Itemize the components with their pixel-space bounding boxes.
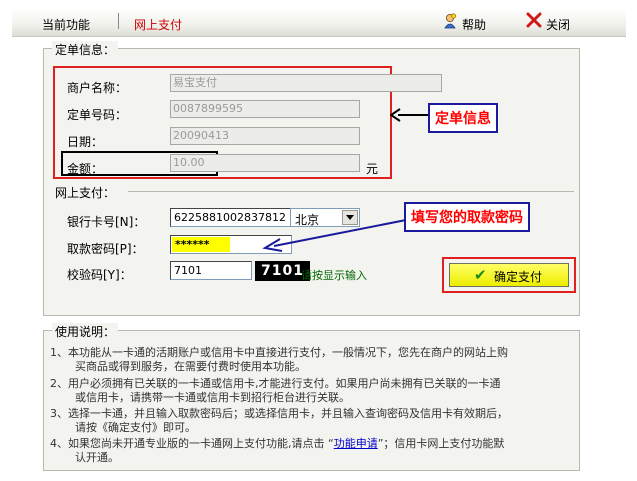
amount-label: 金额： [67,162,104,176]
pin-value: ****** [172,237,230,252]
order-info-callout: 定单信息 [428,103,498,133]
note-text: 1、本功能从一卡通的活期账户或信用卡中直接进行支付，一般情况下，您先在商户的网站… [50,346,508,359]
section-divider [128,191,574,192]
confirm-highlight: ✔ 确定支付 [442,257,576,293]
note-text: 3、选择一卡通，并且输入取款密码后；或选择信用卡，并且输入查询密码及信用卡有效期… [50,407,508,420]
usage-notes-title: 使用说明： [52,323,119,340]
note-text: ”；信用卡网上支付功能默 [377,437,505,450]
arrow-left-icon [390,108,428,122]
note-item-2: 2、用户必须拥有已关联的一卡通或信用卡,才能进行支付。如果用户尚未拥有已关联的一… [50,377,501,405]
note-text: 买商品或得到服务，在需要付费时使用本功能。 [75,360,306,373]
note-item-4: 4、如果您尚未开通专业版的一卡通网上支付功能,请点击 “功能申请”；信用卡网上支… [50,437,504,465]
date-field: 20090413 [170,127,360,145]
checkmark-icon: ✔ [474,266,487,284]
tab-divider [118,13,119,29]
tab-online-payment[interactable]: 网上支付 [134,16,182,33]
merchant-field: 易宝支付 [170,74,442,92]
note-text: 请按《确定支付》即可。 [75,421,196,434]
pin-label: 取款密码[P]： [67,242,144,256]
note-item-1: 1、本功能从一卡通的活期账户或信用卡中直接进行支付，一般情况下，您先在商户的网站… [50,346,508,374]
close-button[interactable]: 关闭 [546,16,570,33]
pin-callout: 填写您的取款密码 [404,202,530,232]
note-text: 2、用户必须拥有已关联的一卡通或信用卡,才能进行支付。如果用户尚未拥有已关联的一… [50,377,501,390]
amount-unit: 元 [366,162,379,176]
note-item-3: 3、选择一卡通，并且输入取款密码后；或选择信用卡，并且输入查询密码及信用卡有效期… [50,407,508,435]
verify-code-input[interactable]: 7101 [170,261,252,280]
order-number-label: 定单号码： [67,108,128,122]
note-text: 4、如果您尚未开通专业版的一卡通网上支付功能,请点击 “ [50,437,334,450]
note-text: 认开通。 [75,451,119,464]
tab-current-function[interactable]: 当前功能 [42,16,90,33]
card-number-label: 银行卡号[N]： [67,215,146,229]
amount-field: 10.00 [170,154,360,172]
verify-code-label: 校验码[Y]： [67,268,132,282]
help-icon[interactable] [442,13,458,29]
order-section-title: 定单信息： [52,41,119,58]
confirm-payment-button[interactable]: ✔ 确定支付 [449,263,569,287]
close-icon[interactable] [526,12,542,28]
function-apply-link[interactable]: 功能申请 [334,437,378,450]
payment-section-title: 网上支付： [52,184,119,201]
note-text-line: 4、如果您尚未开通专业版的一卡通网上支付功能,请点击 “功能申请”；信用卡网上支… [50,437,504,451]
order-number-field: 0087899595 [170,100,360,118]
verify-hint: 请按显示输入 [301,269,367,282]
top-toolbar: 当前功能 网上支付 帮助 关闭 [12,8,626,37]
date-label: 日期： [67,135,104,149]
confirm-payment-label: 确定支付 [494,270,543,284]
arrow-left-icon [262,219,407,252]
help-button[interactable]: 帮助 [462,16,486,33]
merchant-label: 商户名称： [67,81,128,95]
note-text: 或信用卡，请携带一卡通或信用卡到招行柜台进行关联。 [75,391,350,404]
